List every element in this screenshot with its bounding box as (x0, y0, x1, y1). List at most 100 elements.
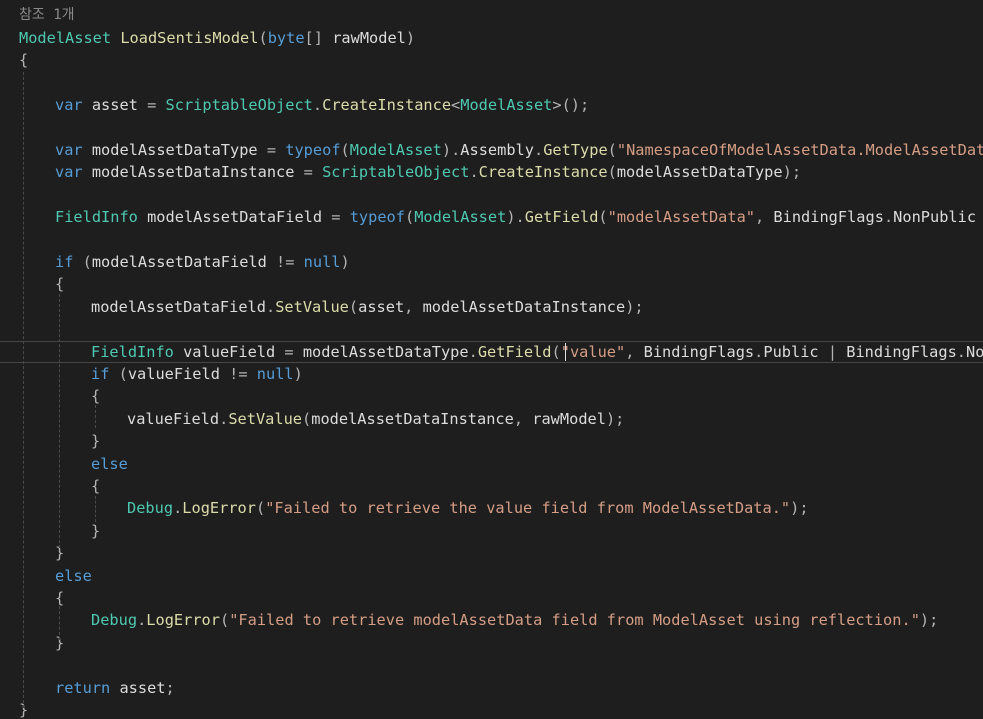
code-token: var (55, 163, 83, 182)
code-token: { (19, 51, 29, 70)
code-token: if (91, 365, 110, 383)
code-line[interactable]: valueField.SetValue(modelAssetDataInstan… (0, 408, 624, 430)
code-token: modelAssetDataInstance (82, 163, 304, 182)
code-line[interactable]: { (0, 385, 100, 407)
code-token: "Failed to retrieve modelAssetData field… (229, 611, 920, 630)
code-token: . (469, 163, 479, 182)
code-token: Debug (91, 611, 138, 630)
code-line[interactable]: if (modelAssetDataField != null) (0, 251, 350, 273)
code-token: ( (551, 342, 561, 361)
code-token: modelAssetDataField (91, 297, 266, 316)
code-token: | (818, 342, 847, 361)
code-token: return (55, 678, 111, 697)
code-token: ) (340, 253, 350, 271)
code-line[interactable] (0, 72, 19, 94)
code-token: var (55, 141, 83, 159)
code-token: >(); (552, 96, 590, 115)
code-token: "NamespaceOfModelAssetData.ModelAssetDat… (616, 141, 983, 159)
code-line[interactable]: } (0, 542, 64, 564)
code-line[interactable] (0, 184, 19, 206)
code-token: GetType (543, 141, 608, 159)
code-line[interactable]: { (0, 587, 64, 609)
code-token: GetField (524, 208, 599, 227)
code-line[interactable]: Debug.LogError("Failed to retrieve the v… (0, 497, 809, 519)
code-token: asset (82, 96, 148, 115)
code-line[interactable]: else (0, 565, 92, 587)
code-token: BindingFlags (846, 342, 957, 361)
code-token: modelAssetDataType (616, 163, 783, 182)
code-token: "Failed to retrieve the value field from… (265, 499, 791, 518)
code-line[interactable]: var asset = ScriptableObject.CreateInsta… (0, 94, 589, 116)
code-line[interactable]: } (0, 632, 64, 654)
code-token: , (755, 208, 774, 227)
code-token: valueField (127, 365, 220, 383)
code-line[interactable] (0, 229, 19, 251)
code-line[interactable]: { (0, 475, 100, 497)
code-token: } (91, 521, 101, 540)
code-token: Debug (127, 499, 174, 518)
indent-guide (59, 606, 60, 640)
code-line[interactable] (0, 117, 19, 139)
code-line[interactable]: { (0, 273, 64, 295)
code-line[interactable]: var modelAssetDataInstance = ScriptableO… (0, 161, 801, 183)
code-token: modelAssetDataInstance (422, 297, 626, 316)
code-line[interactable]: } (0, 520, 100, 542)
code-line[interactable]: ModelAsset LoadSentisModel(byte[] rawMod… (0, 27, 415, 49)
code-token: , (513, 409, 533, 428)
code-line[interactable]: { (0, 49, 28, 71)
code-token: , (625, 342, 644, 361)
code-token: ) (405, 29, 416, 47)
code-token: modelAssetDataType (82, 141, 267, 159)
code-token: modelAssetDataField (137, 208, 332, 227)
code-token: { (91, 387, 101, 406)
code-line[interactable]: if (valueField != null) (0, 363, 303, 385)
code-token: ); (782, 163, 802, 182)
code-token: . (265, 297, 276, 316)
code-token: CreateInstance (322, 96, 452, 115)
code-token: < (451, 96, 461, 115)
code-token: ( (255, 499, 266, 518)
code-token: "modelAssetData" (607, 208, 755, 227)
code-token: ). (441, 141, 461, 159)
code-token: FieldInfo (91, 342, 174, 361)
code-line[interactable]: FieldInfo modelAssetDataField = typeof(M… (0, 206, 983, 228)
code-token: BindingFlags (773, 208, 884, 227)
code-token: = (303, 163, 323, 182)
code-token: LogError (182, 499, 256, 518)
code-token: modelAssetDataType (302, 342, 469, 361)
code-token: ); (625, 297, 644, 316)
indent-guide (59, 294, 60, 548)
code-token: typeof (285, 141, 341, 159)
code-token: ModelAsset (460, 96, 553, 115)
code-token: SetValue (228, 409, 303, 428)
code-line[interactable]: } (0, 430, 100, 452)
code-token: null (303, 253, 341, 271)
code-token: . (219, 409, 229, 428)
code-token: { (55, 275, 65, 294)
code-line[interactable]: return asset; (0, 677, 175, 699)
code-token: asset (358, 297, 405, 316)
code-line[interactable]: modelAssetDataField.SetValue(asset, mode… (0, 296, 644, 318)
code-token: rawModel (332, 29, 406, 47)
code-token: ( (404, 208, 415, 227)
code-token: ( (607, 141, 617, 159)
code-token: if (55, 253, 74, 271)
code-token: valueField (127, 409, 220, 428)
code-token: else (55, 566, 92, 585)
code-token: BindingFlags (643, 342, 755, 361)
code-line[interactable] (0, 318, 19, 340)
code-line[interactable]: else (0, 453, 128, 475)
code-token: . (468, 342, 478, 361)
code-token: GetField (477, 342, 552, 361)
code-token: ( (109, 365, 128, 383)
code-token: ModelAsset (19, 29, 112, 47)
code-editor[interactable]: 참조 1개 ModelAsset LoadSentisModel(byte[] … (0, 0, 983, 719)
code-token: != (266, 253, 304, 271)
code-token: ( (73, 253, 92, 271)
code-lens-references[interactable]: 참조 1개 (0, 4, 75, 26)
code-line[interactable]: var modelAssetDataType = typeof(ModelAss… (0, 139, 983, 161)
code-line[interactable] (0, 654, 19, 676)
code-line[interactable]: Debug.LogError("Failed to retrieve model… (0, 609, 938, 631)
indent-guide (23, 72, 24, 708)
code-line[interactable]: FieldInfo valueField = modelAssetDataTyp… (0, 341, 983, 363)
